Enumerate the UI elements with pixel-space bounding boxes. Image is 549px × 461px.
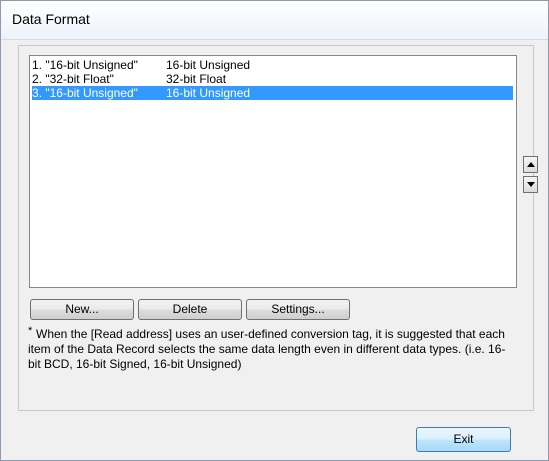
dialog-title: Data Format: [12, 11, 90, 27]
move-up-button[interactable]: [523, 156, 538, 173]
list-item-name: 1. "16-bit Unsigned": [32, 58, 138, 72]
move-down-button[interactable]: [523, 176, 538, 193]
list-item-name: 3. "16-bit Unsigned": [32, 86, 138, 100]
arrow-down-icon: [527, 182, 535, 187]
arrow-up-icon: [527, 162, 535, 167]
list-item-type: 16-bit Unsigned: [166, 58, 251, 72]
delete-button[interactable]: Delete: [138, 299, 242, 320]
note-text: When the [Read address] uses an user-def…: [28, 327, 506, 371]
new-button[interactable]: New...: [30, 299, 134, 320]
title-bar[interactable]: Data Format: [1, 1, 548, 40]
list-item-name: 2. "32-bit Float": [32, 72, 114, 86]
exit-button[interactable]: Exit: [416, 427, 511, 452]
list-item[interactable]: 2. "32-bit Float" 32-bit Float: [32, 72, 513, 86]
data-format-dialog: Data Format 1. "16-bit Unsigned" 16-bit …: [0, 0, 549, 461]
conversion-note: * When the [Read address] uses an user-d…: [28, 325, 518, 372]
data-format-list[interactable]: 1. "16-bit Unsigned" 16-bit Unsigned 2. …: [29, 55, 517, 288]
list-item-type: 16-bit Unsigned: [166, 86, 251, 100]
list-item-type: 32-bit Float: [166, 72, 227, 86]
settings-button[interactable]: Settings...: [246, 299, 350, 320]
list-item[interactable]: 1. "16-bit Unsigned" 16-bit Unsigned: [32, 58, 513, 72]
list-item-selected[interactable]: 3. "16-bit Unsigned" 16-bit Unsigned: [32, 86, 513, 100]
note-marker: *: [28, 325, 33, 337]
